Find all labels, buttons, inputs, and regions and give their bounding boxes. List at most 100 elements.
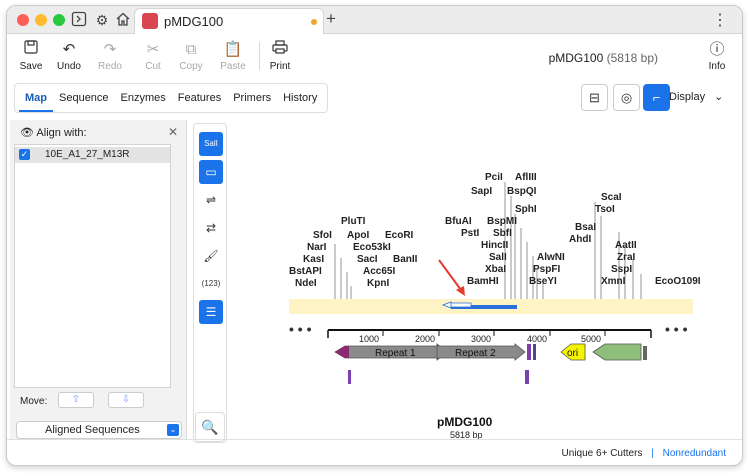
enzyme-label[interactable]: PluTI: [341, 216, 366, 227]
enzyme-label[interactable]: HincII: [481, 240, 508, 251]
enzyme-label[interactable]: KasI: [303, 254, 324, 265]
tab-sequence[interactable]: Sequence: [53, 84, 115, 112]
gear-icon[interactable]: ⚙: [93, 11, 111, 29]
paste-button[interactable]: 📋 Paste: [213, 40, 253, 72]
map-tools: SalI ▭ ⇌ ⇄ 🖌 (123) ☰: [193, 123, 227, 443]
sidebar-toggle-icon[interactable]: [70, 11, 88, 29]
sequence-length: (5818 bp): [606, 51, 658, 65]
redo-label: Redo: [98, 61, 122, 72]
save-button[interactable]: Save: [11, 40, 51, 72]
enzyme-label[interactable]: Eco53kI: [353, 242, 391, 253]
list-item[interactable]: ✓ 10E_A1_27_M13R: [15, 147, 170, 163]
undo-label: Undo: [57, 61, 81, 72]
enzyme-label[interactable]: AhdI: [569, 234, 591, 245]
print-label: Print: [269, 61, 291, 72]
feature-resistance[interactable]: [592, 343, 642, 361]
copy-button[interactable]: ⧉ Copy: [171, 40, 211, 72]
enzyme-tool-button[interactable]: SalI: [199, 132, 223, 156]
enzyme-label[interactable]: PstI: [461, 228, 480, 239]
ellipsis-right: • • •: [665, 321, 688, 337]
enzyme-label[interactable]: PciI: [485, 172, 503, 183]
enzyme-label[interactable]: BamHI: [467, 276, 499, 287]
tick-label: 2000: [415, 334, 435, 344]
enzyme-label[interactable]: EcoRI: [385, 230, 414, 241]
tab-history[interactable]: History: [277, 84, 323, 112]
cut-button[interactable]: ✂ Cut: [133, 40, 173, 72]
display-menu[interactable]: Display ⌄: [669, 84, 723, 111]
enzyme-label[interactable]: BseYI: [529, 276, 557, 287]
enzyme-label[interactable]: SbfI: [493, 228, 512, 239]
enzyme-label[interactable]: XbaI: [485, 264, 506, 275]
numbers-tool[interactable]: (123): [199, 272, 223, 296]
sequence-item-name: 10E_A1_27_M13R: [45, 149, 130, 160]
enzyme-label[interactable]: ZraI: [617, 252, 636, 263]
enzyme-label[interactable]: BspMI: [487, 216, 517, 227]
enzyme-label[interactable]: ScaI: [601, 192, 622, 203]
aligned-sequence-list: ✓ 10E_A1_27_M13R: [14, 144, 171, 388]
sequence-view-icon[interactable]: ⊟: [581, 84, 608, 111]
more-options-icon[interactable]: ⋮: [712, 10, 728, 30]
magnifier-icon[interactable]: 🔍: [195, 412, 225, 442]
tab-map[interactable]: Map: [19, 84, 53, 112]
home-icon[interactable]: [114, 11, 132, 29]
feature-small-marker[interactable]: [643, 346, 647, 360]
feature-small-marker[interactable]: [527, 344, 531, 360]
linear-map-icon[interactable]: ⌐: [643, 84, 670, 111]
enzyme-label[interactable]: AatII: [615, 240, 637, 251]
enzyme-label[interactable]: PspFI: [533, 264, 560, 275]
enzyme-label[interactable]: SspI: [611, 264, 632, 275]
eye-icon[interactable]: 👁: [20, 127, 34, 139]
enzyme-label[interactable]: AflIII: [515, 172, 537, 183]
new-tab-icon[interactable]: +: [326, 9, 336, 29]
feature-minor-marker[interactable]: [525, 370, 529, 384]
document-tab[interactable]: pMDG100: [134, 8, 324, 34]
enzyme-label[interactable]: SalI: [489, 252, 507, 263]
enzyme-label[interactable]: AlwNI: [537, 252, 565, 263]
info-button[interactable]: ⓘ Info: [697, 40, 737, 72]
enzyme-label[interactable]: NarI: [307, 242, 327, 253]
maximize-window-button[interactable]: [53, 14, 65, 26]
enzyme-label[interactable]: BanII: [393, 254, 418, 265]
enzyme-label[interactable]: SapI: [471, 186, 492, 197]
tab-features[interactable]: Features: [172, 84, 227, 112]
aligned-sequences-select[interactable]: Aligned Sequences ⌄: [16, 421, 182, 439]
orf-tool-icon[interactable]: ⇄: [199, 216, 223, 240]
circular-map-icon[interactable]: ◎: [613, 84, 640, 111]
close-window-button[interactable]: [17, 14, 29, 26]
primer-tool-icon[interactable]: ⇌: [199, 188, 223, 212]
enzyme-label[interactable]: SfoI: [313, 230, 332, 241]
enzyme-label[interactable]: Acc65I: [363, 266, 395, 277]
move-up-button[interactable]: ⇧: [58, 392, 94, 408]
linear-map: PluTI SfoI ApoI EcoRI NarI Eco53kI KasI …: [289, 172, 701, 440]
feature-label: ori: [567, 348, 578, 359]
enzyme-label[interactable]: SphI: [515, 204, 537, 215]
redo-button[interactable]: ↷ Redo: [90, 40, 130, 72]
feature-tool-icon[interactable]: ▭: [199, 160, 223, 184]
enzyme-label[interactable]: ApoI: [347, 230, 369, 241]
enzyme-label[interactable]: SacI: [357, 254, 378, 265]
minimize-window-button[interactable]: [35, 14, 47, 26]
paintbrush-icon[interactable]: 🖌: [199, 244, 223, 268]
list-tool-icon[interactable]: ☰: [199, 300, 223, 324]
enzyme-label[interactable]: BsaI: [575, 222, 596, 233]
nonredundant-link[interactable]: Nonredundant: [663, 448, 726, 459]
checkbox[interactable]: ✓: [19, 149, 30, 160]
enzyme-label[interactable]: BspQI: [507, 186, 537, 197]
cutters-label[interactable]: Unique 6+ Cutters: [562, 448, 643, 459]
undo-button[interactable]: ↶ Undo: [49, 40, 89, 72]
feature-small-marker[interactable]: [533, 344, 536, 360]
enzyme-label[interactable]: NdeI: [295, 278, 317, 289]
enzyme-label[interactable]: BfuAI: [445, 216, 472, 227]
tab-primers[interactable]: Primers: [227, 84, 277, 112]
enzyme-label[interactable]: BstAPI: [289, 266, 322, 277]
enzyme-label[interactable]: KpnI: [367, 278, 389, 289]
close-panel-icon[interactable]: ✕: [168, 125, 178, 139]
enzyme-label[interactable]: XmnI: [601, 276, 626, 287]
print-button[interactable]: Print: [260, 40, 300, 72]
move-down-button[interactable]: ⇩: [108, 392, 144, 408]
feature-minor-marker[interactable]: [348, 370, 351, 384]
enzyme-label[interactable]: TsoI: [595, 204, 615, 215]
tab-enzymes[interactable]: Enzymes: [115, 84, 172, 112]
enzyme-label[interactable]: EcoO109I: [655, 276, 701, 287]
tick-label: 5000: [581, 334, 601, 344]
